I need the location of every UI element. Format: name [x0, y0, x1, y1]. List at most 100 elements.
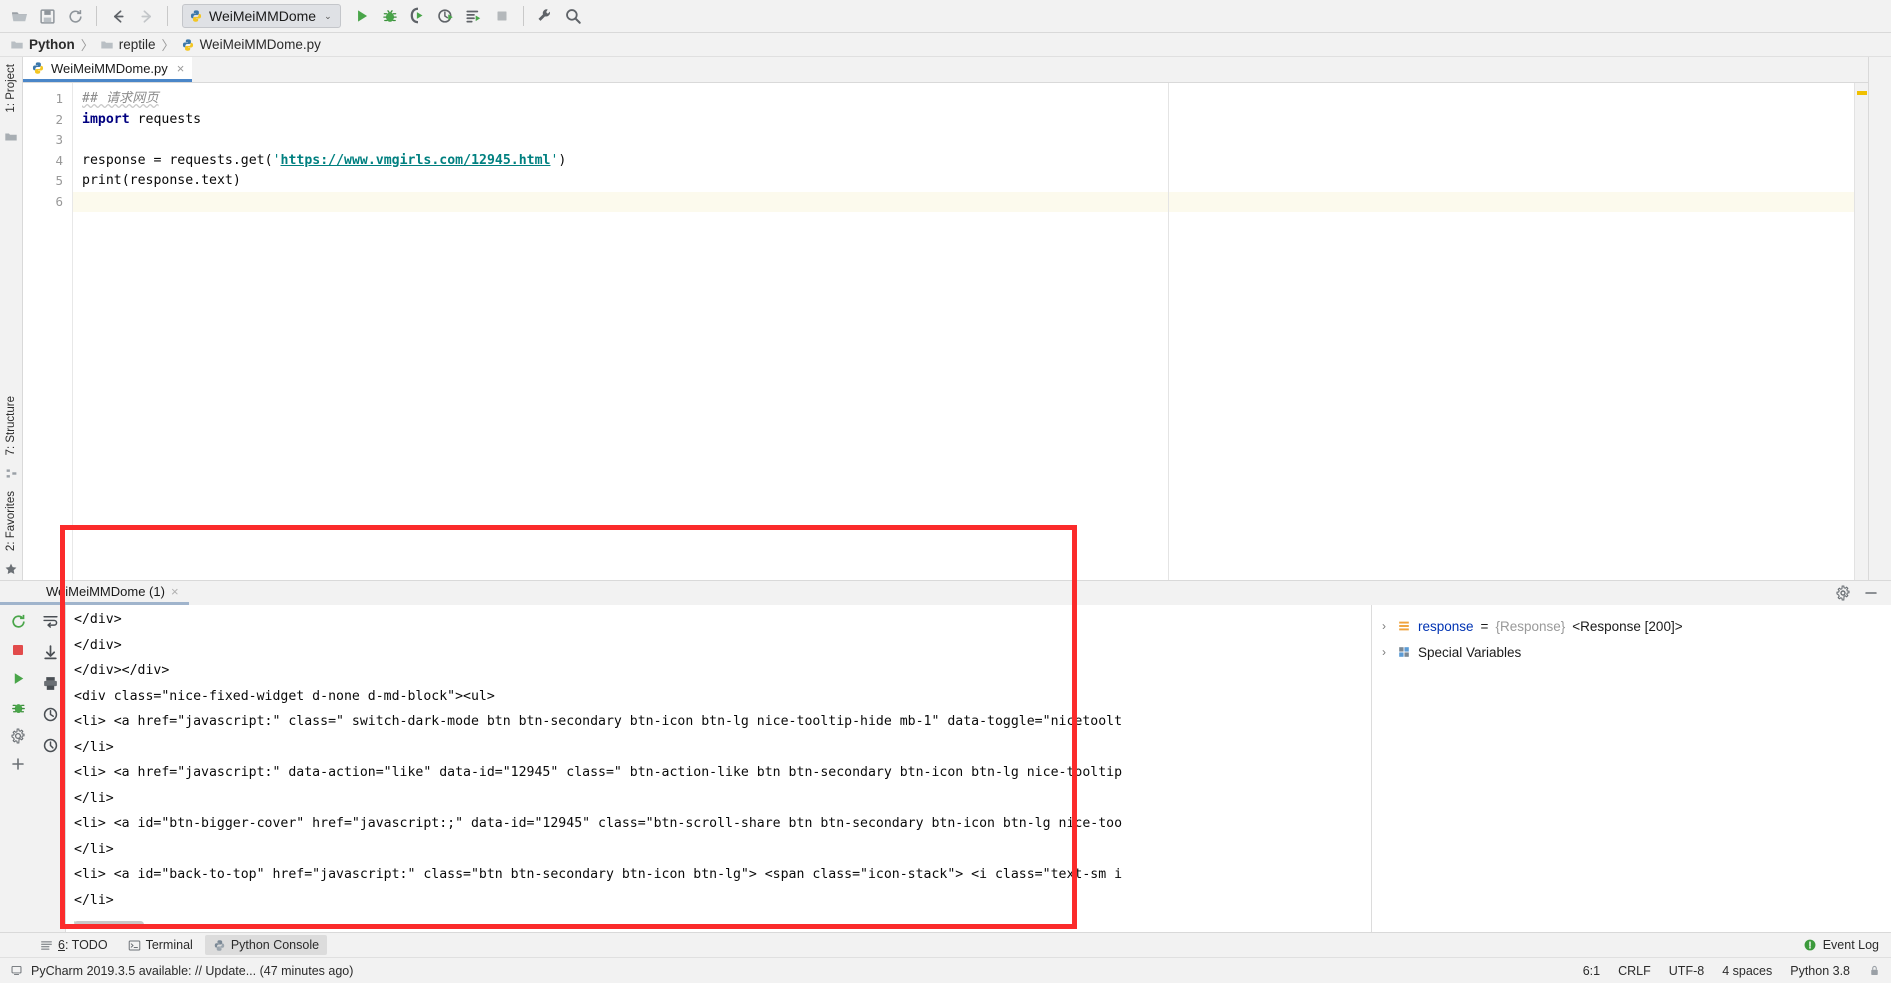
notification-icon[interactable] [10, 964, 23, 977]
console-line: </li> [74, 841, 114, 857]
toolbar-divider [96, 6, 97, 26]
python-file-icon [182, 38, 193, 51]
bottom-tab-python-console[interactable]: Python Console [204, 935, 328, 955]
breadcrumb-item-file[interactable]: WeiMeiMMDome.py [181, 37, 321, 52]
console-tab-weimeimmdome[interactable]: WeiMeiMMDome (1) × [0, 581, 189, 605]
sidebar-item-project[interactable]: 1: Project [4, 61, 18, 116]
sync-refresh-icon[interactable] [62, 3, 88, 29]
python-file-icon [190, 10, 202, 22]
toolbar-divider-3 [522, 6, 524, 26]
run-configuration-selector[interactable]: WeiMeiMMDome ⌄ [182, 4, 341, 28]
structure-icon[interactable] [5, 467, 18, 480]
warning-marker-icon[interactable] [1857, 91, 1867, 95]
variable-type: {Response} [1495, 618, 1566, 634]
status-bar: PyCharm 2019.3.5 available: // Update...… [0, 957, 1891, 983]
module-token: requests [129, 111, 202, 127]
debug-bug-icon[interactable] [10, 699, 27, 716]
terminal-icon [128, 940, 140, 950]
console-line: <li> <a href="javascript:" data-action="… [74, 765, 1123, 780]
console-prompt: >>> [66, 913, 1371, 932]
close-icon[interactable]: × [171, 584, 179, 599]
rerun-icon[interactable] [10, 613, 27, 630]
variable-name: response [1418, 618, 1474, 634]
variables-pane[interactable]: › response = {Response} <Response [200]>… [1371, 605, 1891, 932]
python-file-icon [32, 62, 44, 74]
code-text-area[interactable]: ## 请求网页 import requests response = reque… [73, 83, 1854, 580]
gear-icon[interactable] [1835, 585, 1851, 601]
run-icon[interactable] [349, 3, 375, 29]
variable-row-special-variables[interactable]: › Special Variables [1372, 639, 1891, 665]
pycharm-window: WeiMeiMMDome ⌄ Python 〉 reptile 〉 WeiMei… [0, 0, 1891, 983]
event-log-area[interactable]: Event Log [1803, 938, 1891, 952]
close-icon[interactable]: × [177, 61, 185, 76]
event-log-label: Event Log [1822, 938, 1879, 952]
event-log-icon [1804, 939, 1816, 951]
python-console-tool-window: WeiMeiMMDome (1) × </div> </div> </div><… [0, 580, 1891, 932]
bottom-tab-terminal[interactable]: Terminal [120, 935, 201, 955]
editor-tab-weimeimmdome[interactable]: WeiMeiMMDome.py × [23, 57, 193, 82]
line-number-gutter: 1 2 3 4 5 6 [23, 83, 73, 580]
indent-setting[interactable]: 4 spaces [1722, 964, 1772, 978]
code-token: print(response.text) [82, 173, 241, 188]
chevron-right-icon[interactable]: › [1378, 619, 1390, 633]
bottom-tab-label: Python Console [230, 938, 320, 952]
profile-icon[interactable] [433, 3, 459, 29]
run-console-icon[interactable] [461, 3, 487, 29]
run-configuration-label: WeiMeiMMDome [209, 8, 317, 24]
console-output[interactable]: </div> </div> </div></div> <div class="n… [66, 605, 1371, 932]
console-secondary-rail [36, 605, 66, 932]
gear-icon[interactable] [10, 728, 26, 744]
debug-icon[interactable] [377, 3, 403, 29]
chevron-down-icon[interactable]: ⌄ [324, 11, 332, 22]
console-tab-strip: WeiMeiMMDome (1) × [0, 580, 1891, 605]
sidebar-item-favorites[interactable]: 2: Favorites [4, 488, 18, 554]
code-editor[interactable]: 1 2 3 4 5 6 ## 请求网页 import requests resp… [23, 83, 1868, 580]
line-number: 5 [55, 173, 63, 188]
save-all-icon[interactable] [34, 3, 60, 29]
horizontal-scrollbar[interactable] [74, 921, 144, 928]
execute-green-icon[interactable] [10, 670, 27, 687]
breadcrumb: Python 〉 reptile 〉 WeiMeiMMDome.py [0, 33, 1891, 57]
file-encoding[interactable]: UTF-8 [1669, 964, 1704, 978]
right-margin-rule [1168, 83, 1169, 580]
code-token: response = requests.get( [82, 152, 273, 168]
print-icon[interactable] [42, 675, 59, 692]
editor-marker-strip[interactable] [1854, 83, 1868, 580]
soft-wrap-icon[interactable] [42, 613, 59, 630]
search-everywhere-icon[interactable] [560, 3, 586, 29]
minimize-icon[interactable] [1863, 585, 1879, 601]
line-separator[interactable]: CRLF [1618, 964, 1651, 978]
left-tool-rail: 1: Project 7: Structure 2: Favorites [0, 57, 23, 580]
url-token[interactable]: https://www.vmgirls.com/12945.html [281, 153, 551, 168]
add-plus-icon[interactable] [10, 756, 26, 772]
breadcrumb-item-reptile[interactable]: reptile [100, 37, 156, 52]
todo-icon [41, 940, 52, 950]
clock-icon[interactable] [42, 737, 59, 754]
code-line-5: print(response.text) [73, 171, 1854, 192]
variable-value: <Response [200]> [1572, 618, 1683, 634]
breadcrumb-label: reptile [118, 37, 156, 52]
run-coverage-icon[interactable] [405, 3, 431, 29]
folder-icon [11, 41, 23, 48]
variable-name: Special Variables [1418, 644, 1522, 660]
sidebar-item-structure[interactable]: 7: Structure [4, 393, 18, 458]
scroll-to-end-icon[interactable] [42, 644, 59, 661]
stop-red-icon[interactable] [10, 642, 26, 658]
lock-icon[interactable] [1868, 964, 1881, 977]
settings-wrench-icon[interactable] [532, 3, 558, 29]
paren-token: ) [558, 152, 567, 168]
caret-position[interactable]: 6:1 [1583, 964, 1600, 978]
chevron-right-icon[interactable]: › [1378, 645, 1390, 659]
open-folder-icon[interactable] [6, 3, 32, 29]
bottom-tab-todo[interactable]: 6: TODO [32, 935, 116, 955]
breadcrumb-item-python[interactable]: Python [10, 37, 75, 52]
history-icon[interactable] [42, 706, 59, 723]
python-interpreter[interactable]: Python 3.8 [1790, 964, 1850, 978]
status-message[interactable]: PyCharm 2019.3.5 available: // Update...… [31, 964, 353, 978]
back-arrow-icon[interactable] [105, 3, 131, 29]
folder-icon[interactable] [4, 130, 18, 144]
variable-row-response[interactable]: › response = {Response} <Response [200]> [1372, 613, 1891, 639]
star-icon[interactable] [4, 562, 18, 576]
console-line: <div class="nice-fixed-widget d-none d-m… [74, 688, 495, 704]
right-tool-rail [1868, 57, 1891, 580]
